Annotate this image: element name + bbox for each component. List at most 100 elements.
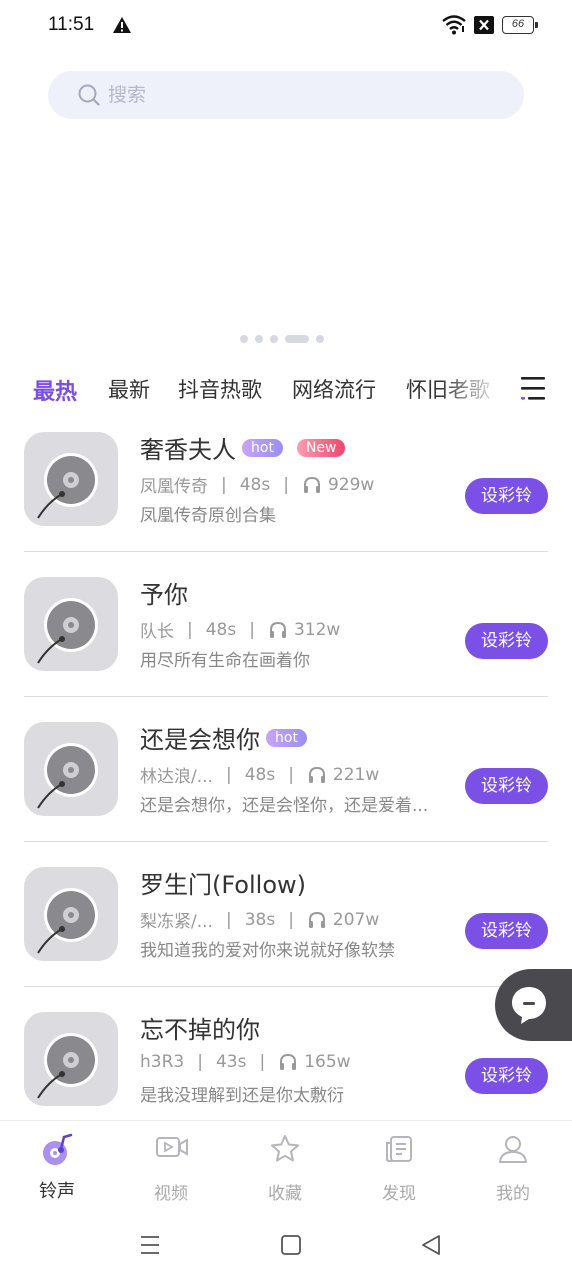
new-badge: New xyxy=(296,439,346,457)
song-artist: 队长 xyxy=(140,622,174,642)
star-icon xyxy=(271,1135,299,1162)
status-time: 11:51 xyxy=(48,14,95,35)
nav-label: 收藏 xyxy=(268,1184,302,1204)
hot-badge: hot xyxy=(242,439,283,457)
nav-label: 视频 xyxy=(154,1184,188,1204)
nav-label: 铃声 xyxy=(39,1181,75,1202)
status-bar: 11:51 66 xyxy=(0,0,572,52)
search-bar[interactable] xyxy=(48,71,524,119)
banner-dot[interactable] xyxy=(240,335,248,343)
song-description: 是我没理解到还是你太敷衍 xyxy=(140,1086,344,1106)
nav-favorites[interactable]: 收藏 xyxy=(228,1121,342,1213)
tab-hottest[interactable]: 最热 xyxy=(33,374,77,406)
song-artist: h3R3 xyxy=(140,1052,185,1072)
song-description: 还是会想你，还是会怪你，还是爱着... xyxy=(140,796,429,816)
song-plays: 312w xyxy=(293,619,341,640)
song-title: 忘不掉的你 xyxy=(140,1010,260,1045)
nav-label: 发现 xyxy=(382,1184,416,1204)
song-meta: 林达浪/... | 48s | 221w xyxy=(140,762,380,788)
song-cover xyxy=(24,577,118,671)
song-duration: 48s xyxy=(239,474,271,495)
banner-dot-active[interactable] xyxy=(285,335,309,343)
nav-ringtone[interactable]: 铃声 xyxy=(0,1121,114,1213)
search-icon xyxy=(78,84,100,106)
banner-dot[interactable] xyxy=(270,335,278,343)
category-tabs: 最热 最新 抖音热歌 网络流行 怀旧老歌 xyxy=(0,366,572,412)
song-item[interactable]: 予你 队长 | 48s | 312w 用尽所有生命在画着你 设彩铃 xyxy=(0,557,572,702)
song-title-text: 忘不掉的你 xyxy=(140,1016,260,1044)
category-menu-icon[interactable] xyxy=(519,374,547,402)
nav-discover[interactable]: 发现 xyxy=(342,1121,456,1213)
nav-profile[interactable]: 我的 xyxy=(456,1121,570,1213)
song-plays: 207w xyxy=(332,909,380,930)
song-artist: 凤凰传奇 xyxy=(140,477,208,497)
song-artist: 梨冻紧/... xyxy=(140,912,213,932)
battery-icon: 66 xyxy=(502,16,538,34)
user-icon xyxy=(499,1136,527,1163)
song-item[interactable]: 罗生门(Follow) 梨冻紧/... | 38s | 207w 我知道我的爱对… xyxy=(0,847,572,992)
song-duration: 38s xyxy=(244,909,276,930)
song-cover xyxy=(24,722,118,816)
recent-apps-icon[interactable] xyxy=(139,1234,161,1256)
song-item[interactable]: 还是会想你 hot 林达浪/... | 48s | 221w 还是会想你，还是会怪… xyxy=(0,702,572,847)
vinyl-record-icon xyxy=(37,743,98,809)
divider xyxy=(24,696,548,697)
song-title: 予你 xyxy=(140,575,188,610)
search-input[interactable] xyxy=(108,71,488,119)
vinyl-record-icon xyxy=(37,888,98,954)
song-meta: 队长 | 48s | 312w xyxy=(140,617,341,643)
home-icon[interactable] xyxy=(280,1234,302,1256)
song-item[interactable]: 忘不掉的你 h3R3 | 43s | 165w 是我没理解到还是你太敷衍 设彩铃 xyxy=(0,992,572,1137)
headphones-icon xyxy=(308,766,325,783)
song-title: 奢香夫人 hot New xyxy=(140,430,346,465)
set-ringback-button[interactable]: 设彩铃 xyxy=(465,478,548,514)
song-plays: 929w xyxy=(327,474,375,495)
vinyl-record-icon xyxy=(37,453,98,519)
song-plays: 221w xyxy=(332,764,380,785)
set-ringback-button[interactable]: 设彩铃 xyxy=(465,913,548,949)
nav-video[interactable]: 视频 xyxy=(114,1121,228,1213)
song-title: 罗生门(Follow) xyxy=(140,865,306,900)
song-cover xyxy=(24,867,118,961)
song-description: 我知道我的爱对你来说就好像软禁 xyxy=(140,941,395,961)
song-duration: 43s xyxy=(215,1052,247,1072)
tab-internet-pop[interactable]: 网络流行 xyxy=(292,374,376,404)
back-icon[interactable] xyxy=(420,1234,442,1256)
banner-dot[interactable] xyxy=(316,335,324,343)
headphones-icon xyxy=(308,911,325,928)
song-description: 凤凰传奇原创合集 xyxy=(140,506,276,526)
song-duration: 48s xyxy=(205,619,237,640)
wifi-icon xyxy=(442,15,466,35)
song-artist: 林达浪/... xyxy=(140,767,213,787)
song-title-text: 奢香夫人 xyxy=(140,436,236,464)
vinyl-record-icon xyxy=(37,598,98,664)
divider xyxy=(24,551,548,552)
headphones-icon xyxy=(303,476,320,493)
song-title-text: 还是会想你 xyxy=(140,726,260,754)
song-cover xyxy=(24,1012,118,1106)
ringtone-icon xyxy=(43,1133,73,1165)
tab-douyin-hits[interactable]: 抖音热歌 xyxy=(178,374,262,404)
song-title-text: 予你 xyxy=(140,581,188,609)
system-nav-bar xyxy=(0,1212,572,1280)
warning-icon xyxy=(113,17,131,33)
song-meta: h3R3 | 43s | 165w xyxy=(140,1052,351,1072)
tab-newest[interactable]: 最新 xyxy=(108,374,150,404)
set-ringback-button[interactable]: 设彩铃 xyxy=(465,768,548,804)
video-icon xyxy=(156,1137,188,1157)
vinyl-record-icon xyxy=(37,1033,98,1099)
chat-icon xyxy=(512,987,546,1024)
nav-label: 我的 xyxy=(496,1184,530,1204)
set-ringback-button[interactable]: 设彩铃 xyxy=(465,1058,548,1094)
song-item[interactable]: 奢香夫人 hot New 凤凰传奇 | 48s | 929w 凤凰传奇原创合集 设彩… xyxy=(0,412,572,557)
floating-chat-button[interactable] xyxy=(495,969,572,1041)
set-ringback-button[interactable]: 设彩铃 xyxy=(465,623,548,659)
banner-indicator xyxy=(240,335,324,343)
song-description: 用尽所有生命在画着你 xyxy=(140,651,310,671)
headphones-icon xyxy=(280,1053,297,1070)
tab-oldies[interactable]: 怀旧老歌 xyxy=(406,374,490,404)
headphones-icon xyxy=(269,621,286,638)
banner-dot[interactable] xyxy=(255,335,263,343)
divider xyxy=(24,841,548,842)
song-title-text: 罗生门(Follow) xyxy=(140,871,307,899)
